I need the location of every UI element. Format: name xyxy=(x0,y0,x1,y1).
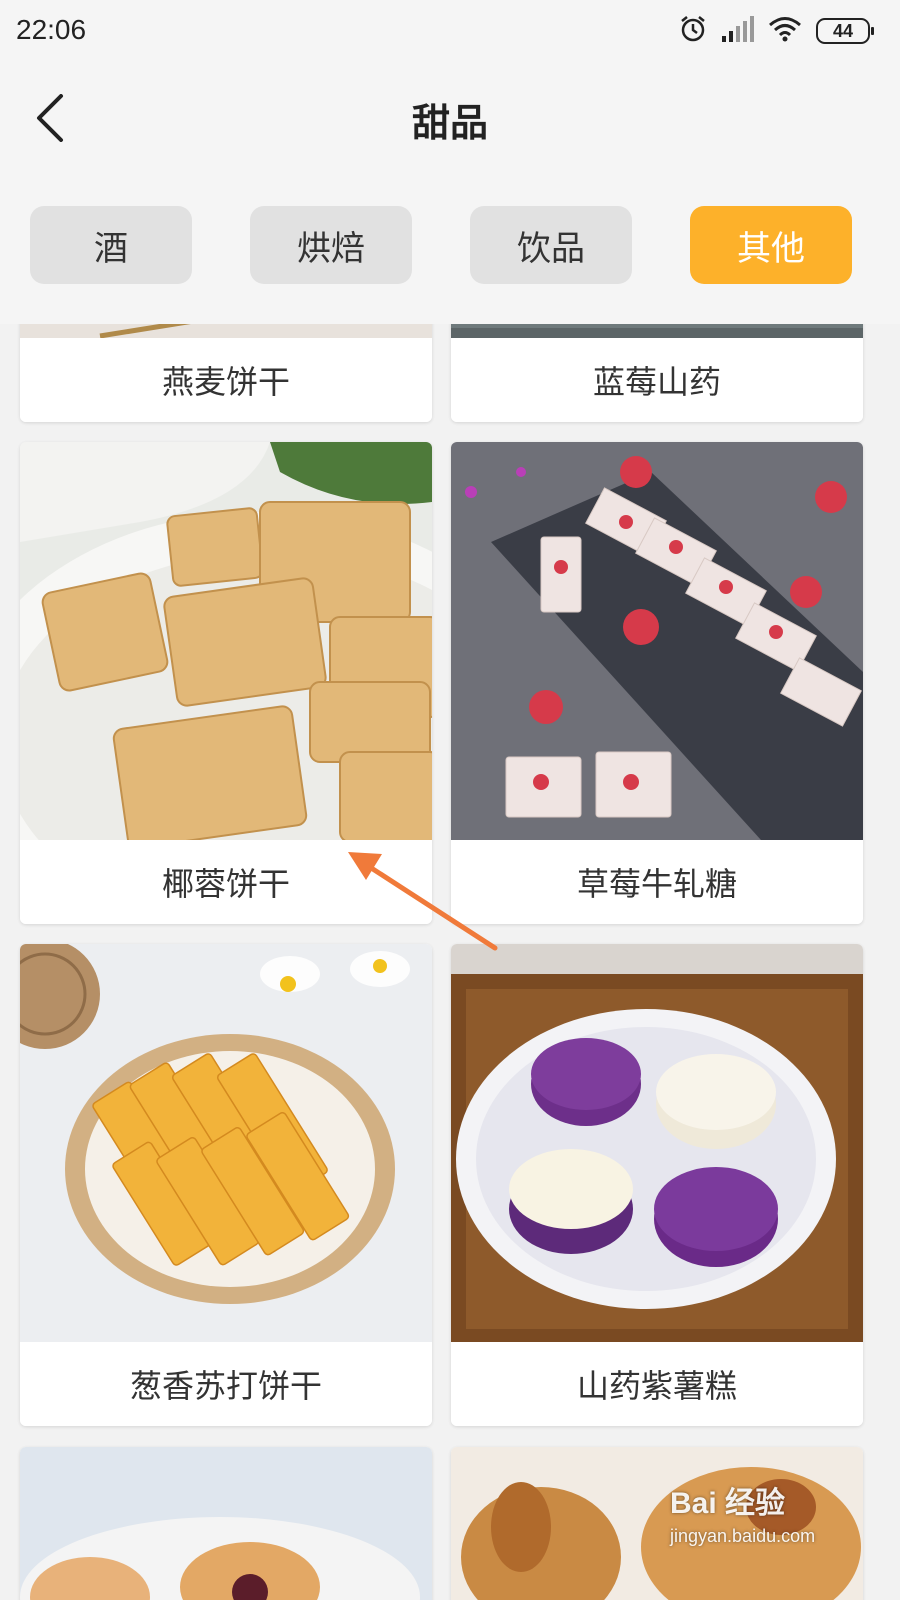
tab-drinks[interactable]: 饮品 xyxy=(470,206,632,284)
watermark: Bai 经验 jingyan.baidu.com xyxy=(670,1478,870,1558)
recipe-image xyxy=(451,944,863,1342)
alarm-icon xyxy=(678,14,708,48)
recipe-card-coconut-cookies[interactable]: 椰蓉饼干 xyxy=(20,442,432,924)
tab-wine[interactable]: 酒 xyxy=(30,206,192,284)
status-icons: 44 xyxy=(678,14,874,48)
recipe-image xyxy=(451,442,863,840)
header: 甜品 xyxy=(0,62,900,182)
recipe-card-yam-purple-potato-cake[interactable]: 山药紫薯糕 xyxy=(451,944,863,1426)
recipe-card-oat-cookies[interactable]: 燕麦饼干 xyxy=(20,324,432,422)
recipe-image xyxy=(20,944,432,1342)
recipe-name: 葱香苏打饼干 xyxy=(20,1342,432,1426)
recipe-image xyxy=(20,442,432,840)
status-bar: 22:06 44 xyxy=(0,0,900,62)
recipe-image xyxy=(451,324,863,338)
recipe-name: 椰蓉饼干 xyxy=(20,840,432,924)
recipe-image xyxy=(20,324,432,338)
recipe-name: 燕麦饼干 xyxy=(20,338,432,422)
recipe-grid: 燕麦饼干 蓝莓山药 椰蓉饼干 草莓牛轧糖 葱香苏打饼干 山药紫薯糕 xyxy=(0,324,900,1600)
recipe-name: 草莓牛轧糖 xyxy=(451,840,863,924)
signal-icon xyxy=(722,16,754,46)
recipe-card-blueberry-yam[interactable]: 蓝莓山药 xyxy=(451,324,863,422)
category-tabs: 酒 烘焙 饮品 其他 xyxy=(0,182,900,324)
battery-level: 44 xyxy=(832,20,854,41)
watermark-logo: Bai 经验 xyxy=(670,1487,786,1520)
recipe-card-partial[interactable] xyxy=(20,1447,432,1600)
tab-baking[interactable]: 烘焙 xyxy=(250,206,412,284)
recipe-name: 蓝莓山药 xyxy=(451,338,863,422)
page-title: 甜品 xyxy=(411,101,488,145)
recipe-card-strawberry-nougat[interactable]: 草莓牛轧糖 xyxy=(451,442,863,924)
tab-other[interactable]: 其他 xyxy=(690,206,852,284)
battery-icon: 44 xyxy=(816,18,874,44)
recipe-image xyxy=(20,1447,432,1600)
watermark-url: jingyan.baidu.com xyxy=(670,1526,816,1546)
recipe-name: 山药紫薯糕 xyxy=(451,1342,863,1426)
wifi-icon xyxy=(768,16,802,46)
status-time: 22:06 xyxy=(16,14,87,45)
recipe-card-scallion-soda-crackers[interactable]: 葱香苏打饼干 xyxy=(20,944,432,1426)
